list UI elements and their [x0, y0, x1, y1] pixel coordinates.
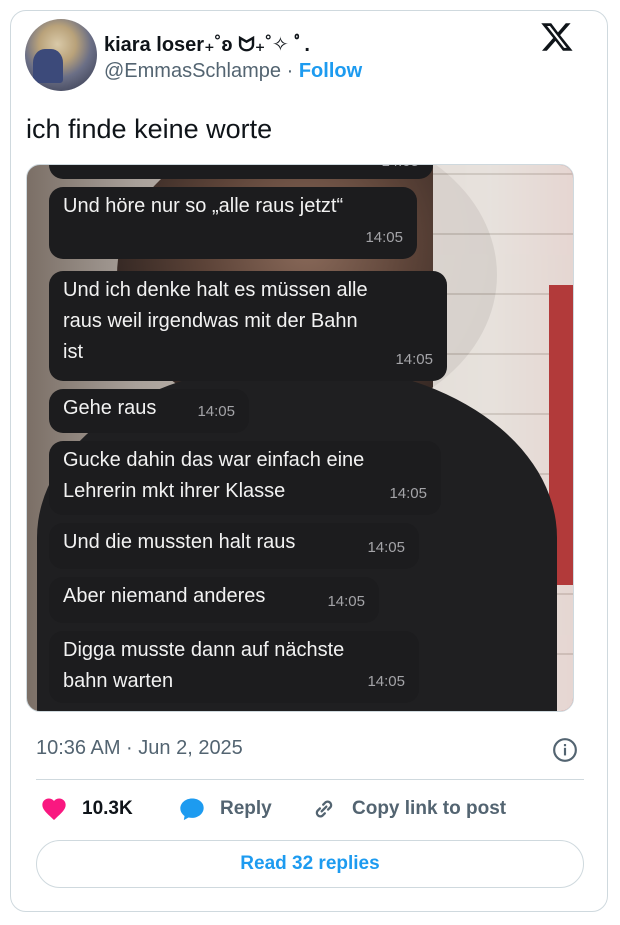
chat-bubble: Digga musste dann auf nächste bahn warte… — [49, 631, 419, 703]
chat-message: Und die mussten halt raus — [63, 531, 296, 553]
chat-time: 14:05 — [367, 673, 405, 690]
chat-bubble: Und höre nur so „alle raus jetzt“ 14:05 — [49, 187, 417, 259]
like-count: 10.3K — [82, 798, 133, 819]
link-icon — [315, 800, 333, 818]
chat-bubble: Und die mussten halt raus 14:05 — [49, 523, 419, 569]
tweet-media-image[interactable]: 14:05 Und höre nur so „alle raus jetzt“ … — [26, 164, 574, 712]
chat-time: 14:05 — [365, 229, 403, 246]
chat-time: 14:05 — [389, 485, 427, 502]
chat-bubble: Und ich denke halt es müssen alle raus w… — [49, 271, 447, 381]
copy-link-label: Copy link to post — [352, 798, 507, 819]
chat-time: 14:05 — [367, 539, 405, 556]
heart-icon — [42, 798, 66, 820]
divider — [36, 779, 584, 780]
chat-time: 14:05 — [327, 593, 365, 610]
handle-row: @EmmasSchlampe · Follow — [104, 60, 362, 83]
chat-bubble: Gucke dahin das war einfach eine Lehreri… — [49, 441, 441, 515]
chat-bubble-cut: 14:05 — [49, 165, 433, 179]
handle[interactable]: @EmmasSchlampe — [104, 60, 281, 82]
chat-message: Digga musste dann auf nächste bahn warte… — [63, 639, 345, 692]
chat-bubble: Aber niemand anderes 14:05 — [49, 577, 379, 623]
x-logo-icon[interactable] — [540, 20, 574, 54]
read-replies-label: Read 32 replies — [240, 853, 380, 874]
follow-button[interactable]: Follow — [299, 60, 362, 82]
chat-message: Aber niemand anderes — [63, 585, 266, 607]
reply-button[interactable]: Reply — [178, 795, 272, 823]
chat-message: Und ich denke halt es müssen alle raus w… — [63, 279, 368, 363]
avatar[interactable] — [25, 19, 97, 91]
chat-time: 14:05 — [197, 403, 235, 420]
chat-message: Gucke dahin das war einfach eine Lehreri… — [63, 449, 365, 502]
info-icon[interactable] — [552, 737, 578, 763]
chat-bubble: Gehe raus 14:05 — [49, 389, 249, 433]
chat-time: 14:05 — [381, 165, 419, 177]
speech-bubble-icon — [180, 798, 204, 821]
chat-time: 14:05 — [395, 351, 433, 368]
display-name[interactable]: kiara loser₊˚ʚ ᗢ₊˚✧ ﾟ. — [104, 28, 310, 57]
read-replies-button[interactable]: Read 32 replies — [36, 840, 584, 888]
like-button[interactable]: 10.3K — [40, 795, 133, 823]
chat-message: Und höre nur so „alle raus jetzt“ — [63, 195, 344, 217]
separator: · — [286, 60, 294, 82]
copy-link-button[interactable]: Copy link to post — [310, 795, 506, 823]
tweet-timestamp[interactable]: 10:36 AM · Jun 2, 2025 — [36, 737, 243, 760]
reply-label: Reply — [220, 798, 272, 819]
tweet-text: ich finde keine worte — [26, 114, 273, 144]
